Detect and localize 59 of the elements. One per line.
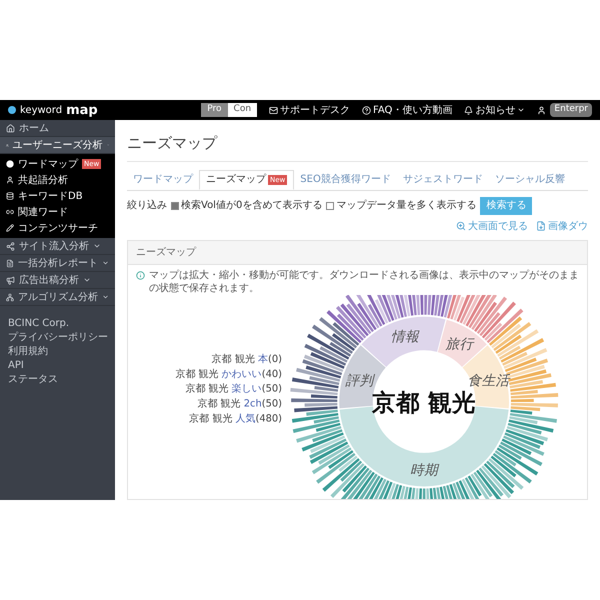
checkbox[interactable]	[326, 202, 334, 210]
menu-item-icon	[6, 176, 14, 184]
menu-item-icon	[6, 258, 14, 268]
sidebar-item[interactable]: ユーザーニーズ分析	[0, 137, 115, 154]
menu-item-icon	[6, 160, 14, 168]
mail-icon	[269, 106, 278, 114]
info-icon	[136, 270, 145, 280]
menu-item-icon	[6, 208, 14, 216]
tab[interactable]: ワードマップ	[127, 170, 199, 190]
center-keyword: 京都 観光	[372, 388, 476, 416]
category-label: 旅行	[446, 336, 474, 352]
footer-link[interactable]: ステータス	[8, 374, 107, 386]
keyword-label: 京都 観光 かわいい(40)	[175, 368, 282, 380]
file-download-icon	[536, 221, 546, 231]
checkbox[interactable]	[171, 202, 179, 210]
category-label: 食生活	[468, 372, 510, 388]
menu-item-icon	[6, 224, 14, 232]
keyword-label: 京都 観光 2ch(50)	[198, 398, 282, 410]
plan-toggle[interactable]: Con	[228, 103, 258, 117]
footer-link[interactable]: プライバシーポリシー	[8, 332, 107, 344]
menu-item-icon	[6, 192, 14, 200]
header-link[interactable]: お知らせ	[464, 102, 526, 118]
help-icon	[362, 106, 372, 114]
submenu-item[interactable]: キーワードDB	[0, 188, 115, 204]
filter-label: 絞り込み	[127, 198, 167, 213]
submenu-item[interactable]: 関連ワード	[0, 204, 115, 220]
menu-item-icon	[6, 242, 15, 250]
filter-checkbox[interactable]: マップデータ量を多く表示する	[326, 198, 476, 213]
submenu-item[interactable]: コンテンツサーチ	[0, 220, 115, 236]
keyword-label: 京都 観光 楽しい(50)	[185, 383, 282, 394]
zoom-in-icon	[456, 221, 466, 231]
caret-icon	[517, 106, 526, 114]
footer-link[interactable]: API	[8, 360, 107, 372]
header-link[interactable]: サポートデスク	[269, 102, 350, 118]
caret-icon	[83, 276, 91, 284]
plan-toggle[interactable]: Pro	[201, 103, 228, 117]
caret-icon	[93, 242, 101, 250]
menu-item-icon	[6, 276, 15, 284]
submenu-item[interactable]: 共起語分析	[0, 172, 115, 188]
footer-link[interactable]: 利用規約	[8, 346, 107, 358]
bell-icon	[464, 106, 474, 114]
panel-title: ニーズマップ	[128, 240, 587, 264]
header-link[interactable]: FAQ・使い方動画	[362, 102, 452, 118]
page-title: ニーズマップ	[127, 120, 588, 162]
keyword-label: 京都 観光 本(0)	[212, 354, 282, 365]
menu-item-icon	[6, 292, 14, 302]
menu-item-icon	[6, 124, 15, 132]
info-text: マップは拡大・縮小・移動が可能です。ダウンロードされる画像は、表示中のマップがそのままの状態で保存されます。	[149, 268, 579, 294]
logo[interactable]: keyword map	[8, 102, 98, 118]
footer-link[interactable]: BCINC Corp.	[8, 318, 107, 330]
keyword-label: 京都 観光 人気(480)	[189, 412, 282, 424]
category-label: 情報	[390, 328, 419, 345]
user-badge[interactable]: Enterpr	[550, 103, 592, 117]
user-icon	[537, 106, 546, 114]
category-label: 評判	[346, 372, 374, 388]
caret-icon	[102, 293, 109, 301]
filter-checkbox[interactable]: 検索Vol値が0を含めて表示する	[171, 198, 322, 213]
caret-icon	[102, 259, 109, 267]
category-label: 時期	[410, 462, 438, 478]
